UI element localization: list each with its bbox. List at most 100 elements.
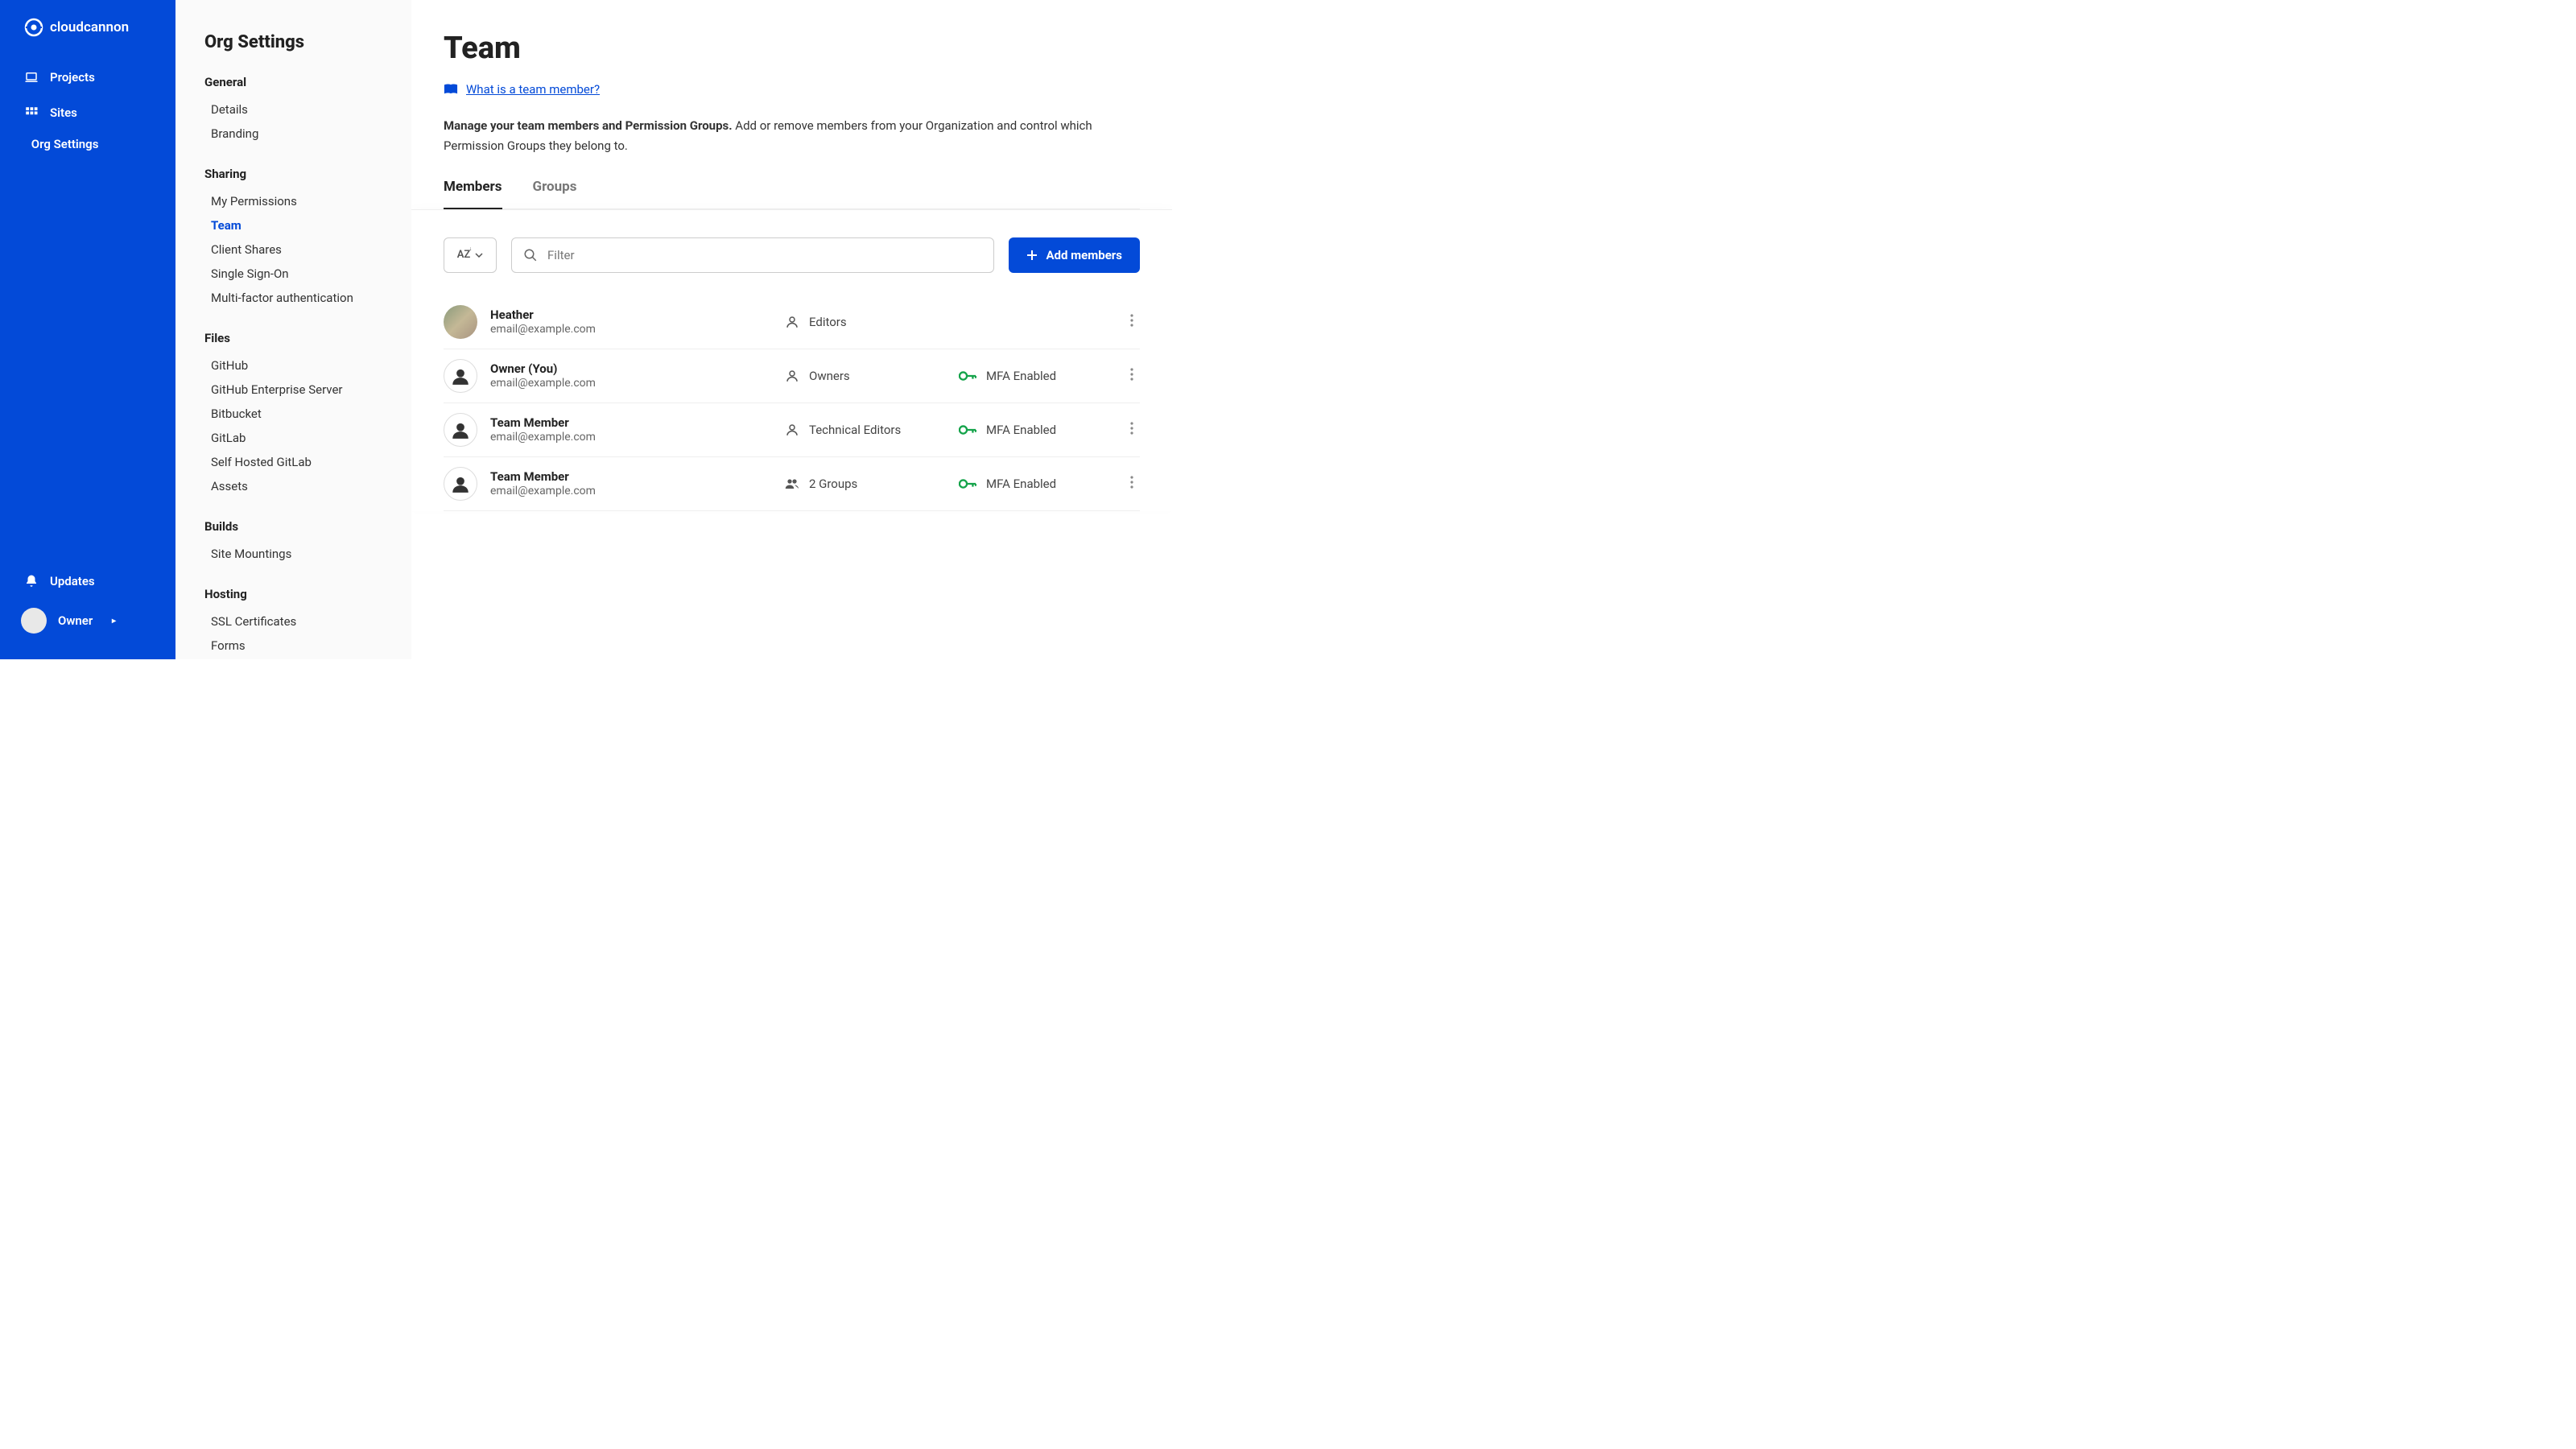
tab-groups[interactable]: Groups (533, 172, 577, 209)
sort-label: A↓Z (457, 249, 471, 261)
member-avatar (444, 467, 477, 501)
member-mfa: MFA Enabled (959, 423, 1096, 437)
member-actions[interactable] (1124, 314, 1140, 330)
main-content: Team What is a team member? Manage your … (411, 0, 1172, 659)
add-members-button[interactable]: Add members (1009, 237, 1140, 273)
member-group: Editors (785, 315, 946, 329)
person-icon (785, 315, 799, 329)
member-email: email@example.com (490, 431, 772, 444)
nav-updates-label: Updates (50, 574, 95, 588)
settings-team[interactable]: Team (204, 213, 389, 237)
page-title: Team (444, 31, 1140, 66)
laptop-icon (24, 70, 39, 85)
member-email: email@example.com (490, 485, 772, 497)
sort-button[interactable]: A↓Z (444, 237, 497, 273)
tab-bar: Members Groups (444, 172, 1140, 209)
nav-sites[interactable]: Sites (0, 95, 175, 130)
settings-branding[interactable]: Branding (204, 122, 389, 146)
member-actions[interactable] (1124, 422, 1140, 438)
user-menu[interactable]: Owner ▸ (0, 598, 175, 643)
chevron-down-icon (475, 253, 483, 258)
more-icon (1130, 422, 1133, 435)
member-info: Team Memberemail@example.com (490, 469, 772, 497)
nav-org-settings[interactable]: Org Settings (14, 134, 98, 151)
member-mfa: MFA Enabled (959, 369, 1096, 383)
member-row[interactable]: Team Memberemail@example.com 2 Groups MFA … (444, 457, 1140, 511)
settings-gitlab[interactable]: GitLab (204, 426, 389, 450)
settings-site-mountings[interactable]: Site Mountings (204, 542, 389, 566)
member-info: Owner (You)email@example.com (490, 361, 772, 390)
member-group-label: Technical Editors (809, 423, 901, 437)
member-avatar (444, 413, 477, 447)
member-group: 2 Groups (785, 477, 946, 491)
member-group-label: Owners (809, 369, 850, 383)
logo-icon (24, 18, 43, 37)
filter-input[interactable] (547, 248, 982, 262)
settings-sidebar: Org Settings General Details Branding Sh… (175, 0, 411, 659)
member-group-label: Editors (809, 315, 847, 329)
member-name: Owner (You) (490, 361, 772, 376)
key-icon (959, 424, 976, 436)
member-group: Technical Editors (785, 423, 946, 437)
search-icon (523, 248, 538, 262)
nav-org-settings-wrapper: Org Settings (0, 130, 175, 155)
section-general: General (204, 75, 389, 89)
member-avatar (444, 305, 477, 339)
section-files: Files (204, 331, 389, 345)
settings-sso[interactable]: Single Sign-On (204, 262, 389, 286)
member-mfa: MFA Enabled (959, 477, 1096, 491)
page-description: Manage your team members and Permission … (444, 116, 1140, 156)
member-info: Team Memberemail@example.com (490, 415, 772, 444)
nav-sites-label: Sites (50, 105, 77, 120)
person-icon (785, 369, 799, 383)
grid-icon (24, 105, 39, 120)
book-icon (444, 83, 458, 96)
brand-name: cloudcannon (50, 19, 129, 35)
nav-updates[interactable]: Updates (0, 564, 175, 598)
mfa-label: MFA Enabled (986, 423, 1056, 437)
settings-github[interactable]: GitHub (204, 353, 389, 378)
member-group: Owners (785, 369, 946, 383)
primary-sidebar: cloudcannon Projects Sites Org Settings … (0, 0, 175, 659)
mfa-label: MFA Enabled (986, 369, 1056, 383)
tab-members[interactable]: Members (444, 172, 502, 209)
settings-mfa[interactable]: Multi-factor authentication (204, 286, 389, 310)
member-email: email@example.com (490, 377, 772, 390)
add-members-label: Add members (1046, 248, 1122, 262)
desc-bold: Manage your team members and Permission … (444, 118, 733, 133)
member-row[interactable]: Owner (You)email@example.com Owners MFA En… (444, 349, 1140, 403)
member-row[interactable]: Team Memberemail@example.com Technical Ed… (444, 403, 1140, 457)
settings-self-gitlab[interactable]: Self Hosted GitLab (204, 450, 389, 474)
settings-details[interactable]: Details (204, 97, 389, 122)
member-row[interactable]: Heatheremail@example.comEditors (444, 295, 1140, 349)
avatar-person-icon (450, 419, 471, 440)
settings-my-permissions[interactable]: My Permissions (204, 189, 389, 213)
member-actions[interactable] (1124, 368, 1140, 384)
user-avatar (21, 608, 47, 634)
settings-forms[interactable]: Forms (204, 634, 389, 658)
settings-client-shares[interactable]: Client Shares (204, 237, 389, 262)
user-label: Owner (58, 613, 101, 628)
brand-logo[interactable]: cloudcannon (0, 18, 175, 60)
help-link-text[interactable]: What is a team member? (466, 82, 600, 97)
nav-projects[interactable]: Projects (0, 60, 175, 95)
more-icon (1130, 368, 1133, 381)
help-link[interactable]: What is a team member? (444, 82, 1140, 97)
settings-ssl[interactable]: SSL Certificates (204, 609, 389, 634)
key-icon (959, 478, 976, 489)
more-icon (1130, 476, 1133, 489)
avatar-person-icon (450, 365, 471, 386)
plus-icon (1026, 250, 1038, 261)
settings-bitbucket[interactable]: Bitbucket (204, 402, 389, 426)
settings-ghes[interactable]: GitHub Enterprise Server (204, 378, 389, 402)
section-hosting: Hosting (204, 587, 389, 601)
people-icon (785, 477, 799, 491)
settings-assets[interactable]: Assets (204, 474, 389, 498)
key-icon (959, 370, 976, 382)
members-panel: A↓Z Add members Heatheremail@example.com… (411, 209, 1172, 511)
member-email: email@example.com (490, 323, 772, 336)
member-actions[interactable] (1124, 476, 1140, 492)
more-icon (1130, 314, 1133, 327)
member-name: Team Member (490, 469, 772, 484)
filter-field[interactable] (511, 237, 994, 273)
